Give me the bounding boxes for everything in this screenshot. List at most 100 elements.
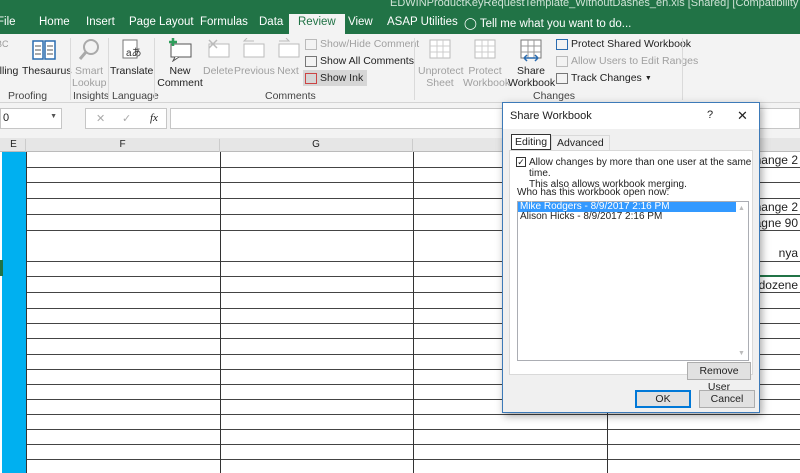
track-changes-icon bbox=[556, 72, 568, 84]
show-ink-icon bbox=[305, 72, 317, 84]
tab-formulas[interactable]: Formulas bbox=[200, 16, 248, 28]
new-comment-label-2: Comment bbox=[157, 77, 203, 89]
close-button[interactable]: ✕ bbox=[737, 108, 748, 124]
translate-button[interactable]: aあ Translate bbox=[110, 38, 153, 77]
editing-panel: ✓ Allow changes by more than one user at… bbox=[509, 150, 753, 393]
row-selection-marker bbox=[0, 260, 3, 276]
delete-comment-icon bbox=[205, 38, 231, 62]
tab-file[interactable]: File bbox=[0, 16, 16, 28]
share-workbook-icon bbox=[518, 38, 544, 62]
column-header-e[interactable]: E bbox=[2, 139, 26, 152]
new-comment-icon bbox=[167, 38, 193, 63]
unprotect-label-1: Unprotect bbox=[418, 65, 464, 77]
tab-data[interactable]: Data bbox=[259, 16, 283, 28]
title-bar: EDWINProductKeyRequestTemplate_WithoutDa… bbox=[0, 0, 800, 12]
show-hide-comment-button[interactable]: Show/Hide Comment bbox=[305, 38, 419, 50]
thesaurus-label: Thesaurus bbox=[22, 65, 72, 77]
show-hide-label: Show/Hide Comment bbox=[320, 38, 420, 50]
chevron-down-icon[interactable]: ▼ bbox=[50, 113, 57, 120]
show-hide-comment-icon bbox=[305, 38, 317, 50]
show-ink-label: Show Ink bbox=[320, 72, 364, 84]
help-button[interactable]: ? bbox=[707, 109, 713, 121]
show-ink-button[interactable]: Show Ink bbox=[303, 70, 368, 86]
cancel-icon[interactable]: ✕ bbox=[96, 112, 105, 125]
show-all-label: Show All Comments bbox=[320, 55, 414, 67]
spelling-button[interactable]: BC lling bbox=[0, 38, 22, 77]
allow-changes-checkbox[interactable]: ✓ bbox=[516, 157, 526, 167]
group-language: Language bbox=[112, 90, 159, 102]
next-comment-icon bbox=[275, 37, 301, 62]
window-title: EDWINProductKeyRequestTemplate_WithoutDa… bbox=[390, 0, 800, 9]
formula-buttons: ✕ ✓ fx bbox=[85, 108, 167, 129]
allow-users-edit-ranges-button[interactable]: Allow Users to Edit Ranges bbox=[556, 55, 698, 67]
spelling-label: lling bbox=[0, 65, 19, 77]
protect-label-1: Protect bbox=[468, 65, 502, 77]
tab-home[interactable]: Home bbox=[39, 16, 70, 28]
cancel-button[interactable]: Cancel bbox=[699, 390, 755, 408]
unprotect-label-2: Sheet bbox=[426, 77, 454, 89]
group-proofing: Proofing bbox=[8, 90, 48, 102]
smart-lookup-button[interactable]: Smart Lookup bbox=[72, 38, 106, 89]
insert-function-icon[interactable]: fx bbox=[150, 112, 158, 124]
checkbox-line-1: Allow changes by more than one user at t… bbox=[529, 157, 752, 179]
protect-workbook-button[interactable]: Protect Workbook bbox=[463, 38, 511, 89]
group-changes: Changes bbox=[533, 90, 576, 102]
ribbon: BC lling Thesaurus Proofing SmartLookup I… bbox=[0, 34, 800, 103]
tab-page-layout[interactable]: Page Layout bbox=[129, 16, 194, 28]
delete-comment-button[interactable]: Delete bbox=[203, 38, 233, 77]
list-item[interactable]: Alison Hicks - 8/9/2017 2:16 PM bbox=[518, 212, 736, 222]
ok-button[interactable]: OK bbox=[635, 390, 691, 408]
previous-comment-button[interactable]: Previous bbox=[234, 37, 275, 77]
tab-advanced[interactable]: Advanced bbox=[551, 135, 610, 150]
tab-view[interactable]: View bbox=[348, 16, 373, 28]
protect-label-2: Workbook bbox=[463, 77, 511, 89]
tab-asap-utilities[interactable]: ASAP Utilities bbox=[387, 16, 458, 28]
tab-insert[interactable]: Insert bbox=[86, 16, 115, 28]
list-scrollbar[interactable]: ▲ ▼ bbox=[736, 202, 748, 360]
enter-icon[interactable]: ✓ bbox=[122, 112, 131, 125]
protect-shared-icon bbox=[556, 38, 568, 50]
ribbon-tabs: File Home Insert Page Layout Formulas Da… bbox=[0, 12, 800, 34]
thesaurus-button[interactable]: Thesaurus bbox=[22, 38, 72, 77]
next-comment-button[interactable]: Next bbox=[275, 37, 301, 77]
share-label-2: Workbook bbox=[508, 77, 556, 89]
tab-editing[interactable]: Editing bbox=[511, 134, 552, 150]
cell-i-text[interactable]: nya bbox=[779, 246, 798, 260]
share-label-1: Share bbox=[516, 65, 546, 77]
track-changes-button[interactable]: Track Changes ▼ bbox=[556, 72, 652, 84]
track-changes-label: Track Changes bbox=[571, 72, 642, 84]
protect-shared-label: Protect Shared Workbook bbox=[571, 38, 692, 50]
column-header-f[interactable]: F bbox=[26, 139, 220, 152]
dialog-title-bar: Share Workbook ? ✕ bbox=[503, 103, 759, 129]
new-comment-button[interactable]: New Comment bbox=[156, 38, 204, 89]
smart-lookup-label-1: Smart bbox=[74, 65, 103, 77]
tab-review[interactable]: Review bbox=[289, 14, 345, 34]
spelling-icon: BC bbox=[0, 39, 9, 49]
tell-me-text: Tell me what you want to do... bbox=[479, 18, 632, 30]
book-icon bbox=[31, 38, 57, 62]
scroll-up-icon[interactable]: ▲ bbox=[738, 205, 745, 212]
share-workbook-dialog: Share Workbook ? ✕ Editing Advanced ✓ Al… bbox=[502, 102, 760, 413]
show-all-comments-button[interactable]: Show All Comments bbox=[305, 55, 414, 67]
users-list[interactable]: Mike Rodgers - 8/9/2017 2:16 PM Alison H… bbox=[517, 201, 749, 361]
smart-lookup-label-2: Lookup bbox=[72, 77, 107, 89]
unprotect-sheet-icon bbox=[427, 38, 453, 62]
previous-label: Previous bbox=[234, 65, 275, 77]
allow-users-icon bbox=[556, 55, 568, 67]
name-box[interactable]: 0 ▼ bbox=[0, 108, 62, 129]
remove-user-button[interactable]: Remove User bbox=[687, 362, 751, 393]
next-label: Next bbox=[277, 65, 299, 77]
show-all-comments-icon bbox=[305, 55, 317, 67]
tell-me-box[interactable]: ◯ Tell me what you want to do... bbox=[464, 16, 631, 30]
scroll-down-icon[interactable]: ▼ bbox=[738, 350, 745, 357]
delete-label: Delete bbox=[203, 65, 234, 77]
column-header-g[interactable]: G bbox=[220, 139, 413, 152]
protect-shared-workbook-button[interactable]: Protect Shared Workbook bbox=[556, 38, 691, 50]
column-e-fill bbox=[2, 152, 26, 473]
share-workbook-button[interactable]: Share Workbook bbox=[508, 38, 556, 89]
list-label: Who has this workbook open now: bbox=[517, 187, 670, 198]
svg-text:aあ: aあ bbox=[126, 47, 142, 59]
unprotect-sheet-button[interactable]: Unprotect Sheet bbox=[418, 38, 464, 89]
group-comments: Comments bbox=[265, 90, 316, 102]
allow-changes-label[interactable]: Allow changes by more than one user at t… bbox=[529, 157, 752, 190]
